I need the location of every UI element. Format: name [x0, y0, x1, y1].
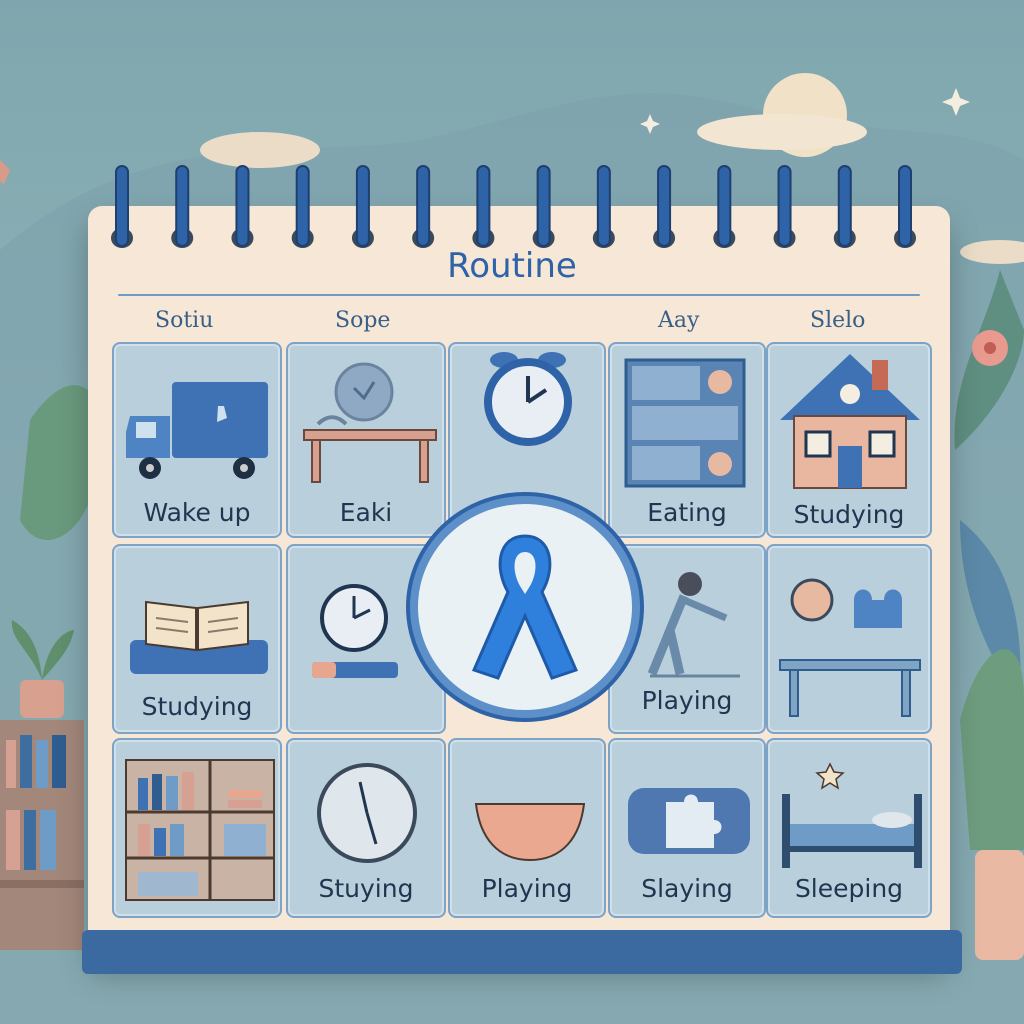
binding-ring: [596, 165, 611, 247]
routine-cell-stuying[interactable]: Stuying: [286, 738, 446, 918]
clock-icon: [312, 584, 398, 678]
cell-label: Slaying: [641, 874, 733, 903]
column-header-3: Aay: [658, 308, 700, 333]
cell-label: Playing: [641, 686, 733, 715]
awareness-ribbon-icon: [471, 534, 579, 680]
column-header-1: Sotiu: [155, 308, 214, 333]
title-divider: [118, 294, 920, 296]
child-playing-icon: [647, 572, 740, 678]
bowl-icon: [474, 803, 586, 862]
routine-cell-studying-1[interactable]: Studying: [766, 342, 932, 538]
wall-clock-icon: [317, 763, 417, 863]
cell-label: Playing: [481, 874, 573, 903]
binding-ring: [235, 165, 250, 247]
cell-label: Studying: [793, 500, 905, 529]
routine-cell-bookshelf[interactable]: [112, 738, 282, 918]
binding-ring: [416, 165, 431, 247]
binding-ring: [657, 165, 672, 247]
bed-icon: [782, 762, 922, 868]
binding-ring: [898, 165, 912, 247]
puzzle-table-icon: [779, 578, 921, 717]
routine-cell-puzzle-table[interactable]: [766, 544, 932, 734]
binding-ring: [777, 165, 792, 247]
cell-label: Studying: [141, 692, 253, 721]
column-header-2: Sope: [335, 308, 391, 333]
binding-ring: [115, 165, 129, 247]
routine-cell-eating[interactable]: Eating: [608, 342, 766, 538]
binding-ring: [175, 165, 190, 247]
routine-cell-eaki[interactable]: Eaki: [286, 342, 446, 538]
cell-label: Eating: [647, 498, 727, 527]
table-icon: [303, 362, 437, 483]
binding-ring: [295, 165, 310, 247]
cell-label: Stuying: [318, 874, 414, 903]
delivery-truck-icon: [126, 382, 268, 479]
calendar-title: Routine: [447, 246, 577, 286]
binding-ring: [476, 165, 491, 247]
routine-cell-studying-2[interactable]: Studying: [112, 544, 282, 734]
shelves-icon: [624, 358, 746, 488]
cell-label: Sleeping: [794, 874, 904, 903]
binding-ring: [355, 165, 370, 247]
alarm-clock-icon: [484, 352, 572, 446]
routine-cell-wake-up[interactable]: Wake up: [112, 342, 282, 538]
cell-label: Eaki: [339, 498, 393, 527]
routine-cell-sleeping[interactable]: Sleeping: [766, 738, 932, 918]
routine-cell-playing-2[interactable]: Playing: [448, 738, 606, 918]
bookshelf-icon: [125, 759, 275, 901]
column-header-4: Slelo: [810, 308, 866, 333]
house-icon: [780, 354, 920, 489]
binding-ring: [837, 165, 852, 247]
binding-ring: [717, 165, 732, 247]
cell-label: Wake up: [143, 498, 251, 527]
binding-ring: [536, 165, 551, 247]
routine-cell-slaying[interactable]: Slaying: [608, 738, 766, 918]
puzzle-pillow-icon: [628, 788, 750, 854]
center-badge: [410, 496, 640, 718]
open-book-icon: [130, 600, 268, 674]
